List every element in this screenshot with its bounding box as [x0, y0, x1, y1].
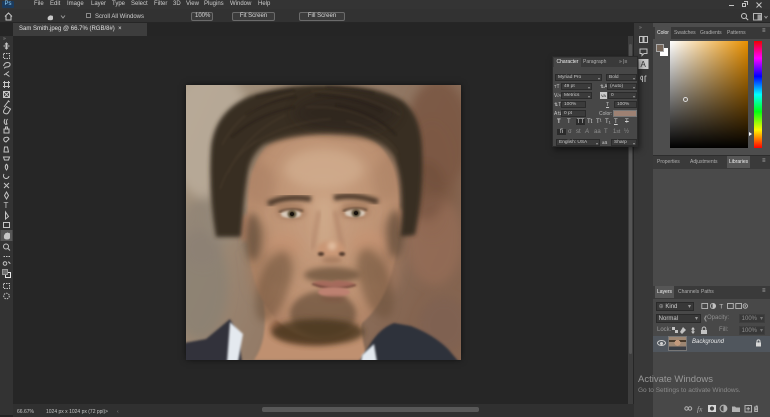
svg-text:T: T	[4, 201, 9, 210]
svg-text:fx: fx	[697, 405, 703, 414]
svg-text:A: A	[641, 60, 647, 69]
svg-text:T: T	[719, 303, 723, 310]
